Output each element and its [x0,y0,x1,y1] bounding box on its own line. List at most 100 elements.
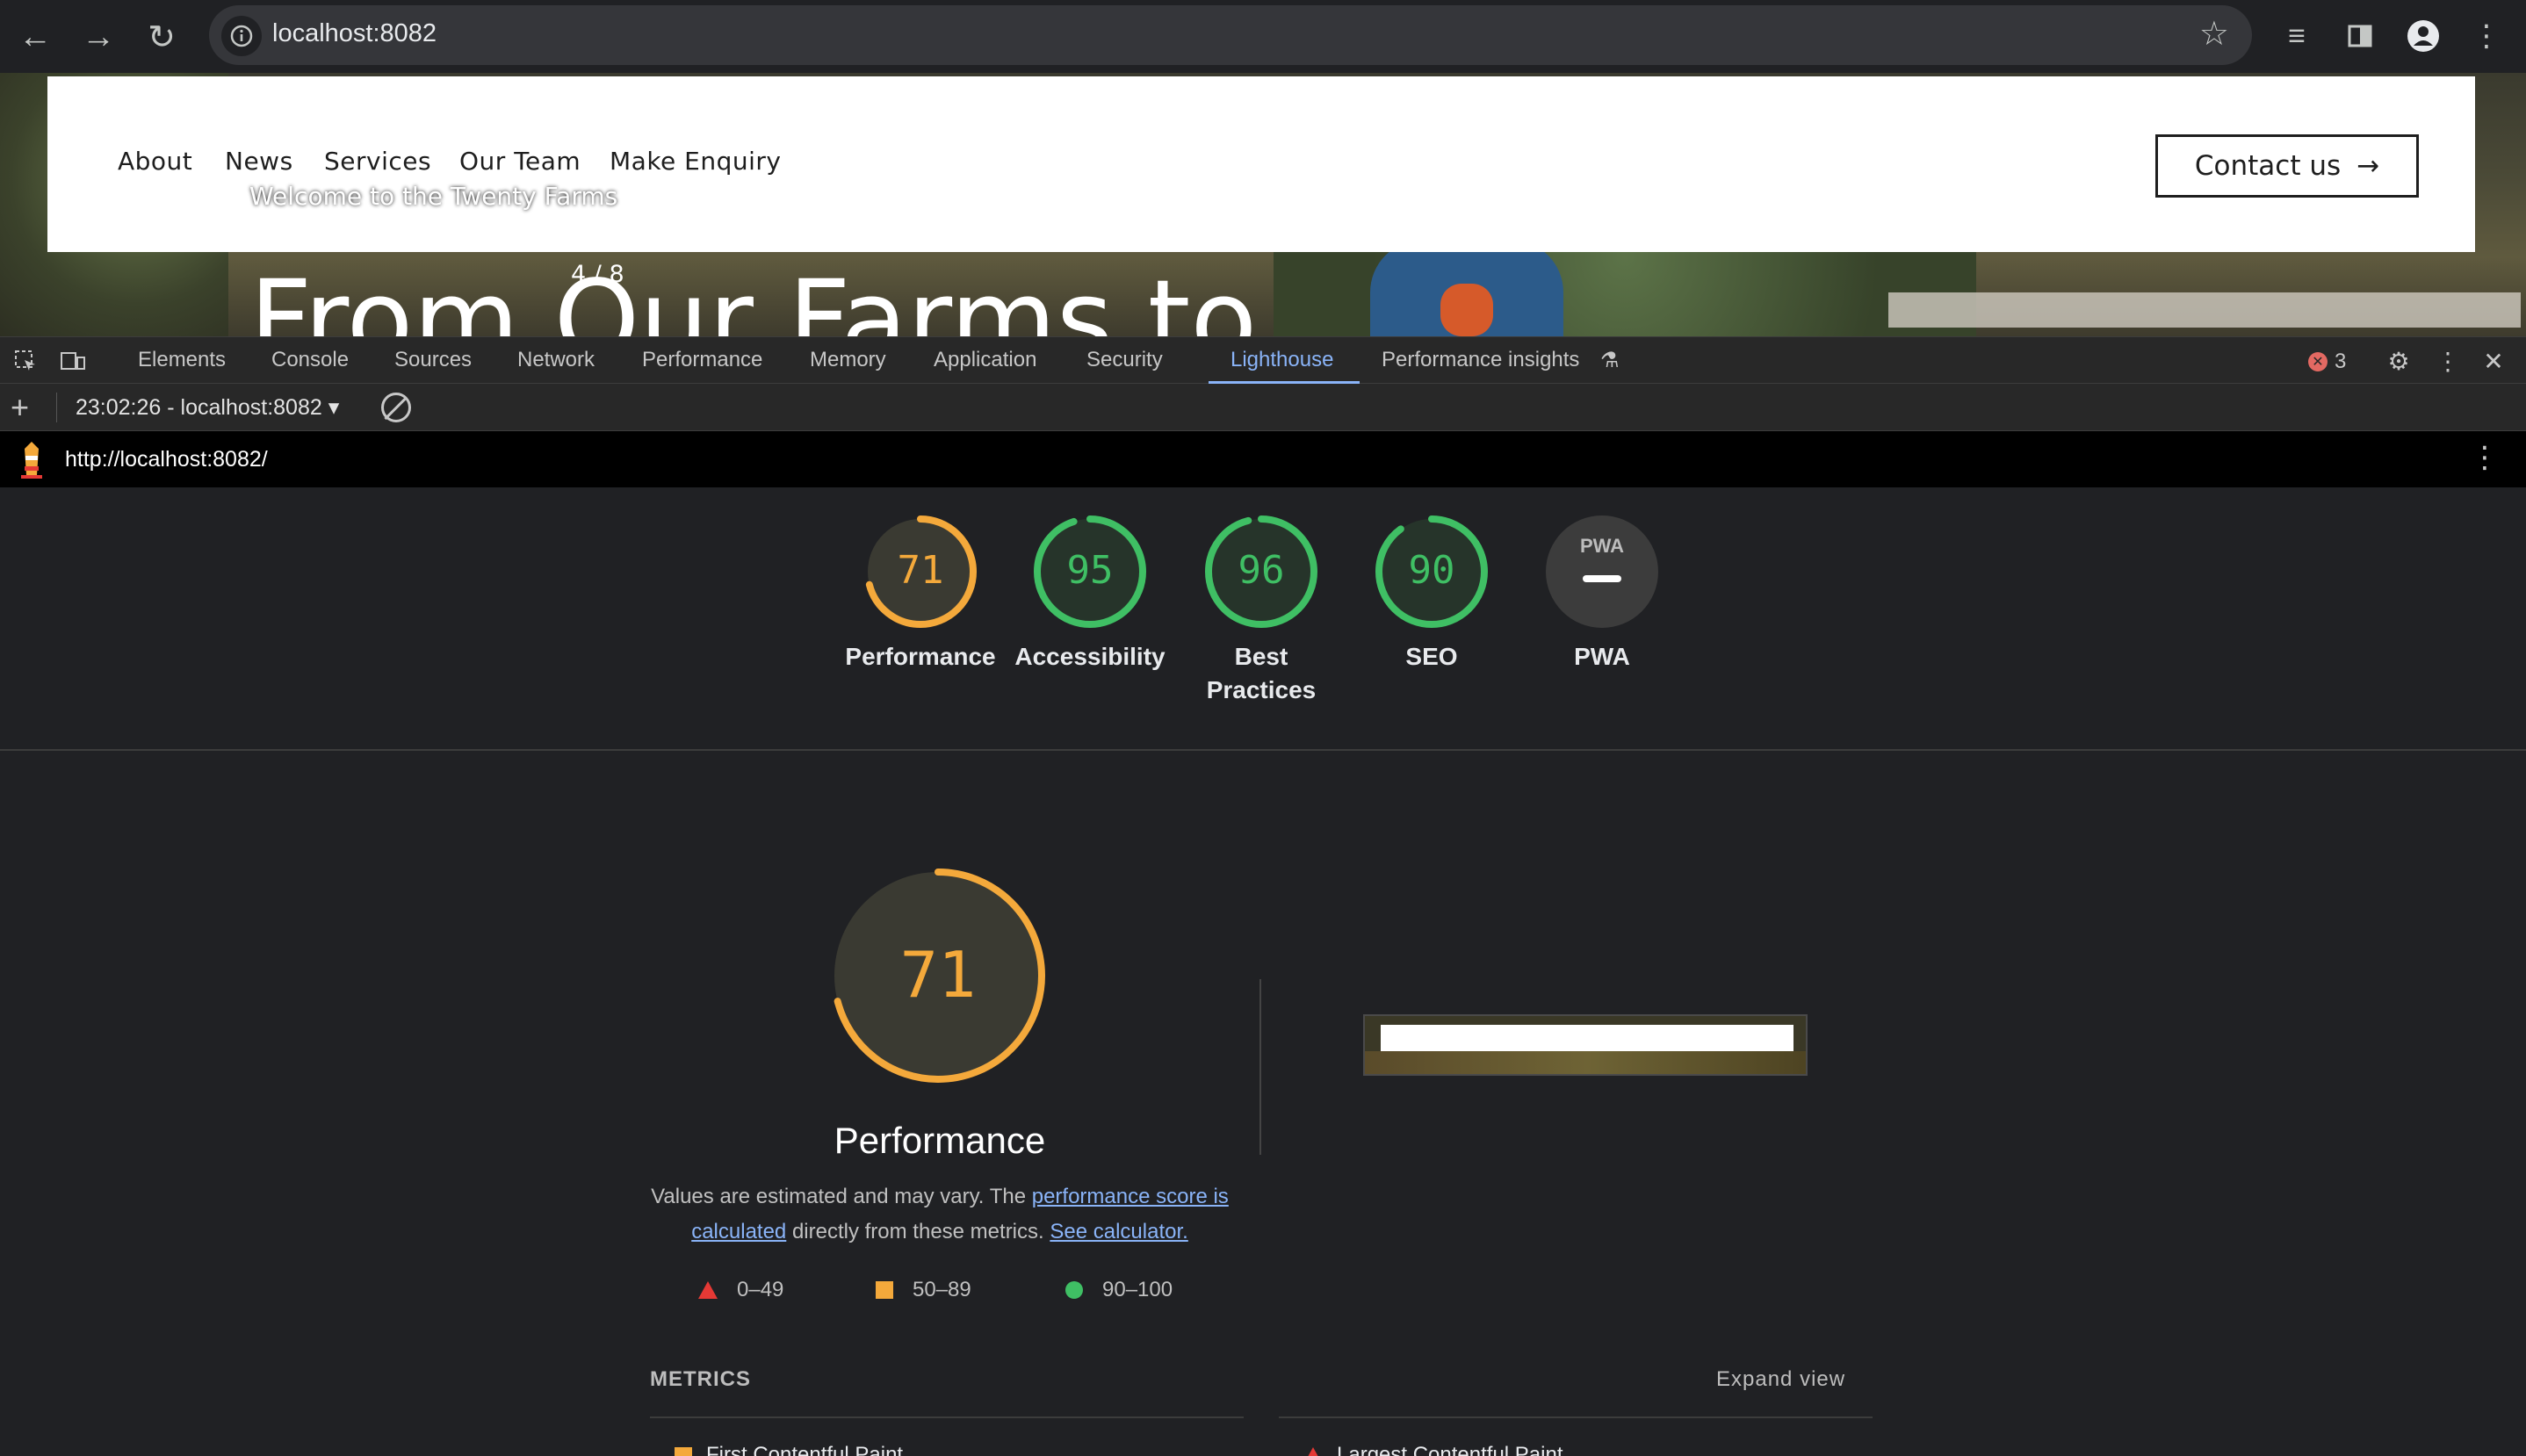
lighthouse-url-bar: http://localhost:8082/ ⋮ [0,431,2526,487]
report-menu-icon[interactable]: ⋮ [2470,440,2500,475]
tab-security[interactable]: Security [1086,348,1163,372]
gauge-label: Accessibility [1014,643,1166,670]
media-control-icon[interactable]: ≡ [2275,14,2319,58]
site-info-icon[interactable] [221,16,262,56]
thumbnail-field [1365,1051,1806,1074]
legend-average: 50–89 [876,1278,971,1302]
hero-glove-image [1440,284,1493,336]
browser-toolbar: ← → ↻ localhost:8082 ☆ ≡ ⋮ [0,0,2526,73]
svg-text:95: 95 [1067,548,1114,593]
reload-icon[interactable]: ↻ [137,12,186,61]
tab-sources[interactable]: Sources [394,348,472,372]
report-selector[interactable]: 23:02:26 - localhost:8082 ▾ [76,394,339,421]
tab-application[interactable]: Application [934,348,1036,372]
arrow-right-icon: → [2356,150,2380,182]
error-icon: ✕ [2308,352,2328,371]
nav-link-services[interactable]: Services [324,147,431,176]
lighthouse-toolbar: + 23:02:26 - localhost:8082 ▾ [0,384,2526,431]
gauge-label: Best Practices [1206,643,1317,703]
expand-view-button[interactable]: Expand view [1716,1367,1845,1392]
desc-text: Values are estimated and may vary. The [651,1185,1032,1208]
desc-text: directly from these metrics. [786,1220,1050,1243]
experiment-flask-icon: ⚗ [1600,349,1620,372]
forward-icon[interactable]: → [74,12,123,61]
nav-link-make-enquiry[interactable]: Make Enquiry [610,147,781,176]
gauge-label: PWA [1574,643,1630,670]
svg-text:96: 96 [1238,548,1285,593]
profile-avatar-icon[interactable] [2401,14,2445,58]
performance-description: Values are estimated and may vary. The p… [641,1179,1238,1250]
side-panel-icon[interactable] [2338,14,2382,58]
see-calculator-link[interactable]: See calculator. [1050,1220,1187,1243]
close-devtools-icon[interactable]: ✕ [2479,346,2508,376]
device-toolbar-icon[interactable] [58,346,88,376]
error-count-badge[interactable]: ✕ 3 [2308,350,2346,374]
metrics-heading: METRICS [650,1367,751,1391]
performance-big-gauge: 71 [831,869,1045,1083]
lighthouse-report: 71 Performance 95 Accessibility 96 Best [0,487,2526,1456]
score-legend: 0–49 50–89 90–100 [698,1278,1190,1313]
gauge-performance[interactable]: 71 Performance [833,514,1008,674]
gauge-ring: 71 [864,515,977,628]
gauge-ring: 96 [1205,515,1317,628]
legend-pass: 90–100 [1065,1278,1173,1302]
legend-range: 50–89 [913,1278,971,1301]
toolbar-divider [56,393,57,422]
performance-section: 71 Performance Values are estimated and … [0,751,2526,1456]
tab-elements[interactable]: Elements [138,348,226,372]
category-gauges: 71 Performance 95 Accessibility 96 Best [0,487,2526,751]
gauge-accessibility[interactable]: 95 Accessibility [1002,514,1178,674]
inspect-element-icon[interactable] [11,346,40,376]
metric-lcp[interactable]: Largest Contentful Paint [1303,1443,1563,1456]
address-url[interactable]: localhost:8082 [272,19,437,48]
performance-title: Performance [834,1120,1046,1161]
browser-menu-icon[interactable]: ⋮ [2465,14,2508,58]
metric-fcp[interactable]: First Contentful Paint [675,1443,903,1456]
legend-range: 90–100 [1102,1278,1173,1301]
audited-url[interactable]: http://localhost:8082/ [65,447,268,472]
back-icon[interactable]: ← [11,12,60,61]
new-report-plus-icon[interactable]: + [11,389,29,426]
gauge-ring: 90 [1375,515,1488,628]
hero-welcome-text: Welcome to the Twenty Farms [249,182,618,211]
legend-range: 0–49 [737,1278,784,1301]
clear-reports-icon[interactable] [381,393,411,422]
tab-performance[interactable]: Performance [642,348,762,372]
nav-link-news[interactable]: News [225,147,293,176]
address-bar[interactable]: localhost:8082 ☆ [209,5,2252,65]
gauge-label: SEO [1405,643,1458,670]
nav-link-about[interactable]: About [118,147,192,176]
performance-big-score: 71 [900,938,977,1012]
triangle-icon [1303,1446,1323,1456]
page-screenshot-thumbnail[interactable] [1363,1014,1808,1076]
bookmark-star-icon[interactable]: ☆ [2199,14,2229,54]
pwa-badge-text: PWA [1580,535,1624,557]
lighthouse-logo-icon [21,442,42,479]
tab-network[interactable]: Network [517,348,595,372]
tab-lighthouse[interactable]: Lighthouse [1231,348,1333,372]
square-icon [876,1281,893,1299]
gauge-pwa[interactable]: PWA PWA [1514,514,1690,674]
devtools-tab-bar: Elements Console Sources Network Perform… [0,336,2526,384]
report-selector-label: 23:02:26 - localhost:8082 [76,395,322,420]
contact-us-label: Contact us [2194,150,2342,182]
gauge-best-practices[interactable]: 96 Best Practices [1173,514,1349,707]
hero-title: From Our Farms to [249,257,1258,336]
gauge-seo[interactable]: 90 SEO [1344,514,1519,674]
dropdown-caret-icon: ▾ [328,395,340,420]
devtools-menu-icon[interactable]: ⋮ [2433,346,2463,376]
website-viewport: About News Services Our Team Make Enquir… [0,73,2526,336]
section-divider [1259,979,1261,1155]
contact-us-button[interactable]: Contact us → [2155,134,2419,198]
legend-fail: 0–49 [698,1278,783,1302]
pwa-badge-icon: PWA [1546,515,1658,628]
metrics-divider [650,1416,1244,1418]
metric-label: Largest Contentful Paint [1337,1443,1563,1456]
settings-gear-icon[interactable]: ⚙ [2384,346,2414,376]
svg-text:90: 90 [1409,548,1455,593]
nav-link-our-team[interactable]: Our Team [459,147,581,176]
tab-performance-insights[interactable]: Performance insights [1382,348,1579,372]
gauge-ring: 95 [1034,515,1146,628]
tab-memory[interactable]: Memory [810,348,886,372]
tab-console[interactable]: Console [271,348,349,372]
